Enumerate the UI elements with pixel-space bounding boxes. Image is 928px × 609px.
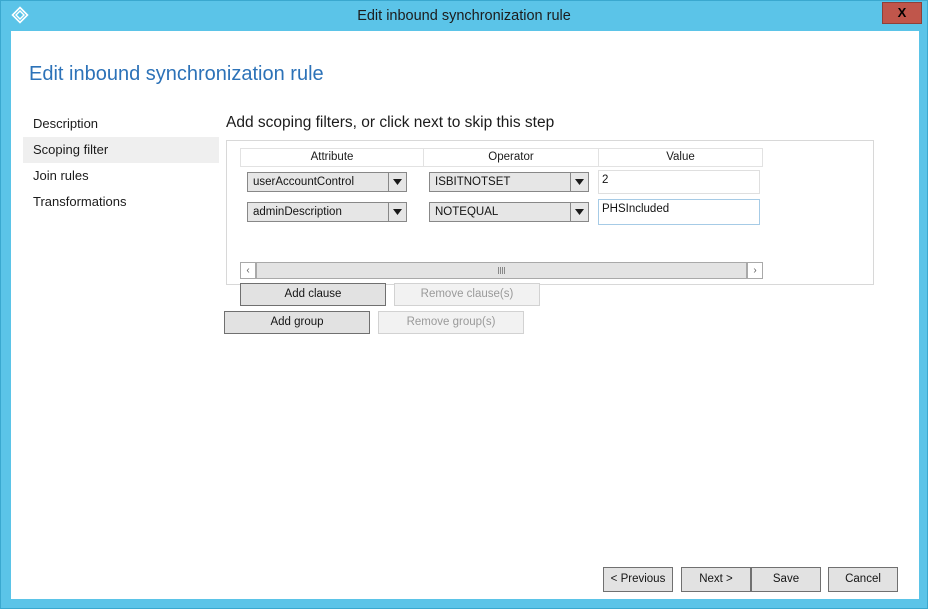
cancel-button[interactable]: Cancel (828, 567, 898, 592)
operator-dropdown-2-value: NOTEQUAL (435, 206, 499, 218)
operator-dropdown-1-value: ISBITNOTSET (435, 176, 511, 188)
sidebar-item-description[interactable]: Description (23, 111, 219, 137)
cell-operator: ISBITNOTSET (423, 172, 598, 192)
cell-attribute: userAccountControl (240, 172, 423, 192)
sidebar-item-join-rules[interactable]: Join rules (23, 163, 219, 189)
page-title: Edit inbound synchronization rule (29, 63, 324, 85)
window-title: Edit inbound synchronization rule (357, 8, 571, 24)
dialog-window: Edit inbound synchronization rule X Edit… (0, 0, 928, 609)
previous-button[interactable]: < Previous (603, 567, 673, 592)
column-header-attribute: Attribute (241, 149, 424, 166)
sidebar-item-scoping-filter[interactable]: Scoping filter (23, 137, 219, 163)
save-button[interactable]: Save (751, 567, 821, 592)
scrollbar-thumb[interactable] (256, 262, 747, 279)
table-row: userAccountControl ISBITNOTSET 2 (240, 167, 763, 197)
chevron-down-icon[interactable] (570, 173, 588, 191)
clause-table: Attribute Operator Value userAccountCont… (240, 148, 763, 227)
cell-value: PHSIncluded (598, 199, 761, 225)
clause-table-horizontal-scrollbar[interactable]: ‹ › (240, 262, 763, 279)
column-header-operator: Operator (424, 149, 599, 166)
sidebar-item-transformations[interactable]: Transformations (23, 189, 219, 215)
attribute-dropdown-2-value: adminDescription (253, 206, 342, 218)
scrollbar-grip-icon (498, 267, 505, 274)
chevron-down-icon[interactable] (388, 173, 406, 191)
next-button[interactable]: Next > (681, 567, 751, 592)
scroll-left-arrow-icon[interactable]: ‹ (240, 262, 256, 279)
title-bar: Edit inbound synchronization rule X (1, 1, 927, 31)
attribute-dropdown-1-value: userAccountControl (253, 176, 354, 188)
value-input-2[interactable]: PHSIncluded (598, 199, 760, 225)
remove-clause-button: Remove clause(s) (394, 283, 540, 306)
scrollbar-track[interactable] (256, 262, 747, 279)
attribute-dropdown-1[interactable]: userAccountControl (247, 172, 407, 192)
attribute-dropdown-2[interactable]: adminDescription (247, 202, 407, 222)
add-clause-button[interactable]: Add clause (240, 283, 386, 306)
add-group-button[interactable]: Add group (224, 311, 370, 334)
table-row: adminDescription NOTEQUAL PHSIncluded (240, 197, 763, 227)
main-heading: Add scoping filters, or click next to sk… (226, 114, 555, 131)
table-header-row: Attribute Operator Value (240, 148, 763, 167)
cell-value: 2 (598, 170, 761, 194)
column-header-value: Value (666, 151, 695, 163)
scroll-right-arrow-icon[interactable]: › (747, 262, 763, 279)
chevron-down-icon[interactable] (388, 203, 406, 221)
value-input-1[interactable]: 2 (598, 170, 760, 194)
wizard-step-nav: Description Scoping filter Join rules Tr… (23, 111, 219, 215)
operator-dropdown-1[interactable]: ISBITNOTSET (429, 172, 589, 192)
dialog-client-area: Edit inbound synchronization rule Descri… (11, 31, 919, 599)
chevron-down-icon[interactable] (570, 203, 588, 221)
cell-attribute: adminDescription (240, 202, 423, 222)
scoping-filter-group-panel: Attribute Operator Value userAccountCont… (226, 140, 874, 306)
close-button[interactable]: X (882, 2, 922, 24)
cell-operator: NOTEQUAL (423, 202, 598, 222)
remove-group-button: Remove group(s) (378, 311, 524, 334)
operator-dropdown-2[interactable]: NOTEQUAL (429, 202, 589, 222)
